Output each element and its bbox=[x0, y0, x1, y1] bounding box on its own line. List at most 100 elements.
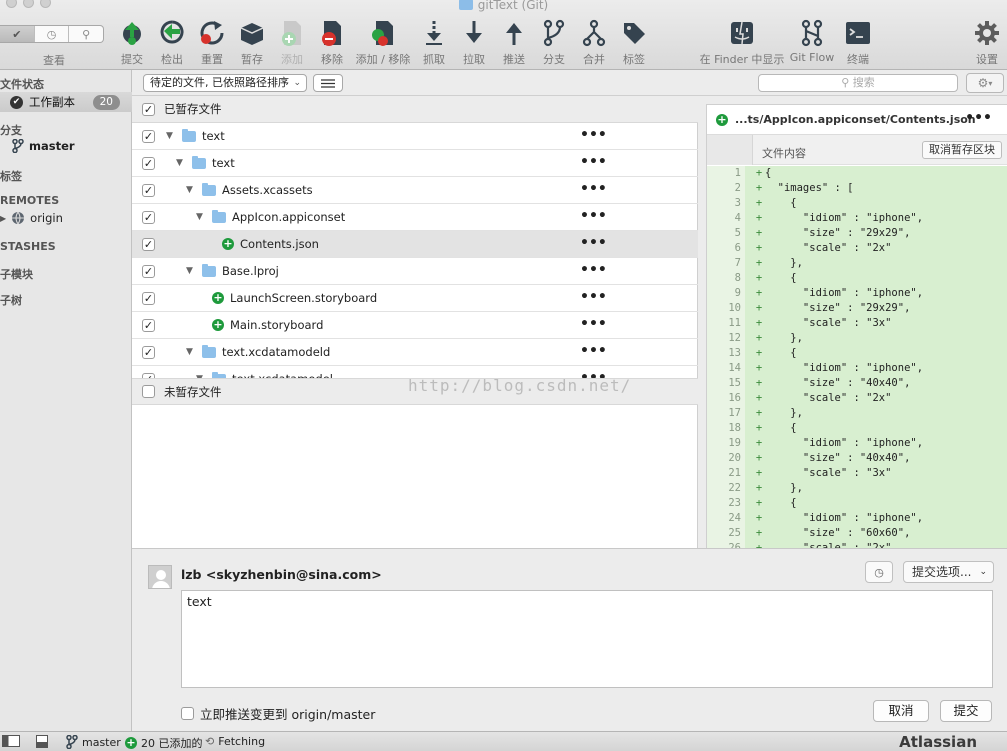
commit-message-input[interactable]: text bbox=[181, 590, 993, 688]
settings-button[interactable]: 设置 bbox=[966, 18, 1007, 67]
file-row[interactable]: ✓ ▼ text ••• bbox=[132, 123, 698, 150]
diff-line: 18 + { bbox=[707, 421, 1007, 436]
fetch-button[interactable]: 抓取 bbox=[412, 18, 456, 67]
added-line-marker: + bbox=[755, 422, 763, 434]
search-view-button[interactable]: ⚲ bbox=[69, 26, 103, 42]
file-more-button[interactable]: ••• bbox=[580, 208, 607, 224]
tag-button[interactable]: 标签 bbox=[612, 18, 656, 67]
pull-button[interactable]: 拉取 bbox=[452, 18, 496, 67]
file-row[interactable]: ✓ ▼ Base.lproj ••• bbox=[132, 258, 698, 285]
diff-more-button[interactable]: ••• bbox=[965, 110, 992, 126]
remove-button[interactable]: 移除 bbox=[310, 18, 354, 67]
add-remove-icon bbox=[368, 18, 398, 48]
file-checkbox[interactable]: ✓ bbox=[142, 265, 155, 278]
toggle-sidebar-button[interactable] bbox=[2, 735, 20, 747]
file-more-button[interactable]: ••• bbox=[580, 181, 607, 197]
terminal-button[interactable]: 终端 bbox=[836, 18, 880, 67]
file-more-button[interactable]: ••• bbox=[580, 370, 607, 378]
file-row[interactable]: ✓ ▼ text.xcdatamodeld ••• bbox=[132, 339, 698, 366]
diff-line: 10 + "size" : "29x29", bbox=[707, 301, 1007, 316]
file-row[interactable]: ✓ ▼ Assets.xcassets ••• bbox=[132, 177, 698, 204]
file-more-button[interactable]: ••• bbox=[580, 289, 607, 305]
show-in-finder-button[interactable]: 在 Finder 中显示 bbox=[700, 18, 784, 67]
push-immediately-option[interactable]: 立即推送变更到 origin/master bbox=[181, 704, 375, 723]
push-button[interactable]: 推送 bbox=[492, 18, 536, 67]
line-content: "size" : "60x60", bbox=[765, 527, 911, 539]
disclosure-triangle-icon[interactable]: ▼ bbox=[196, 212, 206, 222]
file-checkbox[interactable]: ✓ bbox=[142, 292, 155, 305]
line-number: 23 bbox=[707, 496, 745, 511]
toggle-bottom-pane-button[interactable] bbox=[36, 735, 48, 748]
options-gear-dropdown[interactable]: ⚙ ▾ bbox=[966, 73, 1004, 93]
merge-button[interactable]: 合并 bbox=[572, 18, 616, 67]
pane-toggle-icon bbox=[36, 735, 48, 748]
file-row[interactable]: ✓▼text.xcdatamodel••• bbox=[132, 366, 698, 378]
file-checkbox[interactable]: ✓ bbox=[142, 211, 155, 224]
diff-line: 13 + { bbox=[707, 346, 1007, 361]
disclosure-triangle-icon[interactable]: ▼ bbox=[176, 158, 186, 168]
disclosure-triangle-icon[interactable]: ▶ bbox=[0, 214, 6, 223]
file-checkbox[interactable]: ✓ bbox=[142, 346, 155, 359]
file-checkbox[interactable]: ✓ bbox=[142, 184, 155, 197]
unstaged-all-checkbox[interactable] bbox=[142, 385, 155, 398]
file-row[interactable]: ✓ + LaunchScreen.storyboard ••• bbox=[132, 285, 698, 312]
line-number: 17 bbox=[707, 406, 745, 421]
file-more-button[interactable]: ••• bbox=[580, 154, 607, 170]
sync-icon: ⟲ bbox=[205, 735, 215, 748]
line-content: { bbox=[765, 167, 772, 179]
add-remove-button[interactable]: 添加 / 移除 bbox=[356, 18, 410, 67]
file-more-button[interactable]: ••• bbox=[580, 343, 607, 359]
file-checkbox[interactable]: ✓ bbox=[142, 157, 155, 170]
commit-submit-button[interactable]: 提交 bbox=[940, 700, 992, 722]
list-view-button[interactable] bbox=[313, 74, 343, 92]
folder-icon bbox=[202, 182, 216, 196]
search-input[interactable]: ⚲ 搜索 bbox=[758, 74, 958, 92]
file-more-button[interactable]: ••• bbox=[580, 262, 607, 278]
commit-date-button[interactable]: ◷ bbox=[865, 561, 893, 583]
branch-button[interactable]: 分支 bbox=[532, 18, 576, 67]
added-line-marker: + bbox=[755, 212, 763, 224]
file-row[interactable]: ✓ + Contents.json ••• bbox=[132, 231, 698, 258]
disclosure-triangle-icon[interactable]: ▼ bbox=[186, 266, 196, 276]
line-number: 19 bbox=[707, 436, 745, 451]
added-line-marker: + bbox=[755, 377, 763, 389]
push-immediately-checkbox[interactable] bbox=[181, 707, 194, 720]
file-row[interactable]: ✓ + Main.storyboard ••• bbox=[132, 312, 698, 339]
commit-button[interactable]: 提交 bbox=[110, 18, 154, 67]
sort-dropdown[interactable]: 待定的文件, 已依照路径排序 ⌄ bbox=[143, 74, 307, 92]
file-status-view-button[interactable]: ✔ bbox=[0, 26, 35, 42]
file-checkbox[interactable]: ✓ bbox=[142, 130, 155, 143]
sidebar-item-origin[interactable]: ▶ origin bbox=[0, 211, 63, 225]
stash-button[interactable]: 暂存 bbox=[230, 18, 274, 67]
line-number: 7 bbox=[707, 256, 745, 271]
file-row[interactable]: ✓ ▼ AppIcon.appiconset ••• bbox=[132, 204, 698, 231]
clock-icon: ◷ bbox=[874, 565, 884, 579]
added-file-icon: + bbox=[212, 291, 224, 304]
file-name: LaunchScreen.storyboard bbox=[230, 291, 378, 305]
reset-button[interactable]: 重置 bbox=[190, 18, 234, 67]
staged-all-checkbox[interactable]: ✓ bbox=[142, 102, 155, 116]
disclosure-triangle-icon[interactable]: ▼ bbox=[186, 185, 196, 195]
file-more-button[interactable]: ••• bbox=[580, 316, 607, 332]
fetch-icon bbox=[419, 18, 449, 48]
disclosure-triangle-icon[interactable]: ▼ bbox=[186, 347, 196, 357]
added-file-icon: + bbox=[222, 237, 234, 250]
file-name: Main.storyboard bbox=[230, 318, 324, 332]
checkout-button[interactable]: 检出 bbox=[150, 18, 194, 67]
file-row[interactable]: ✓ ▼ text ••• bbox=[132, 150, 698, 177]
file-more-button[interactable]: ••• bbox=[580, 235, 607, 251]
history-view-button[interactable]: ◷ bbox=[35, 26, 70, 42]
cancel-button[interactable]: 取消 bbox=[873, 700, 929, 722]
line-number: 22 bbox=[707, 481, 745, 496]
file-checkbox[interactable]: ✓ bbox=[142, 319, 155, 332]
git-flow-button[interactable]: Git Flow bbox=[790, 18, 834, 64]
disclosure-triangle-icon[interactable]: ▼ bbox=[166, 131, 176, 141]
sidebar-item-master[interactable]: master bbox=[12, 139, 75, 153]
line-number: 8 bbox=[707, 271, 745, 286]
sidebar-item-working-copy[interactable]: ✔ 工作副本 20 bbox=[0, 92, 132, 112]
file-checkbox[interactable]: ✓ bbox=[142, 238, 155, 251]
file-more-button[interactable]: ••• bbox=[580, 127, 607, 143]
unstage-hunk-button[interactable]: 取消暂存区块 bbox=[922, 141, 1002, 159]
add-button[interactable]: 添加 bbox=[270, 18, 314, 67]
commit-options-dropdown[interactable]: 提交选项... ⌄ bbox=[903, 561, 994, 583]
